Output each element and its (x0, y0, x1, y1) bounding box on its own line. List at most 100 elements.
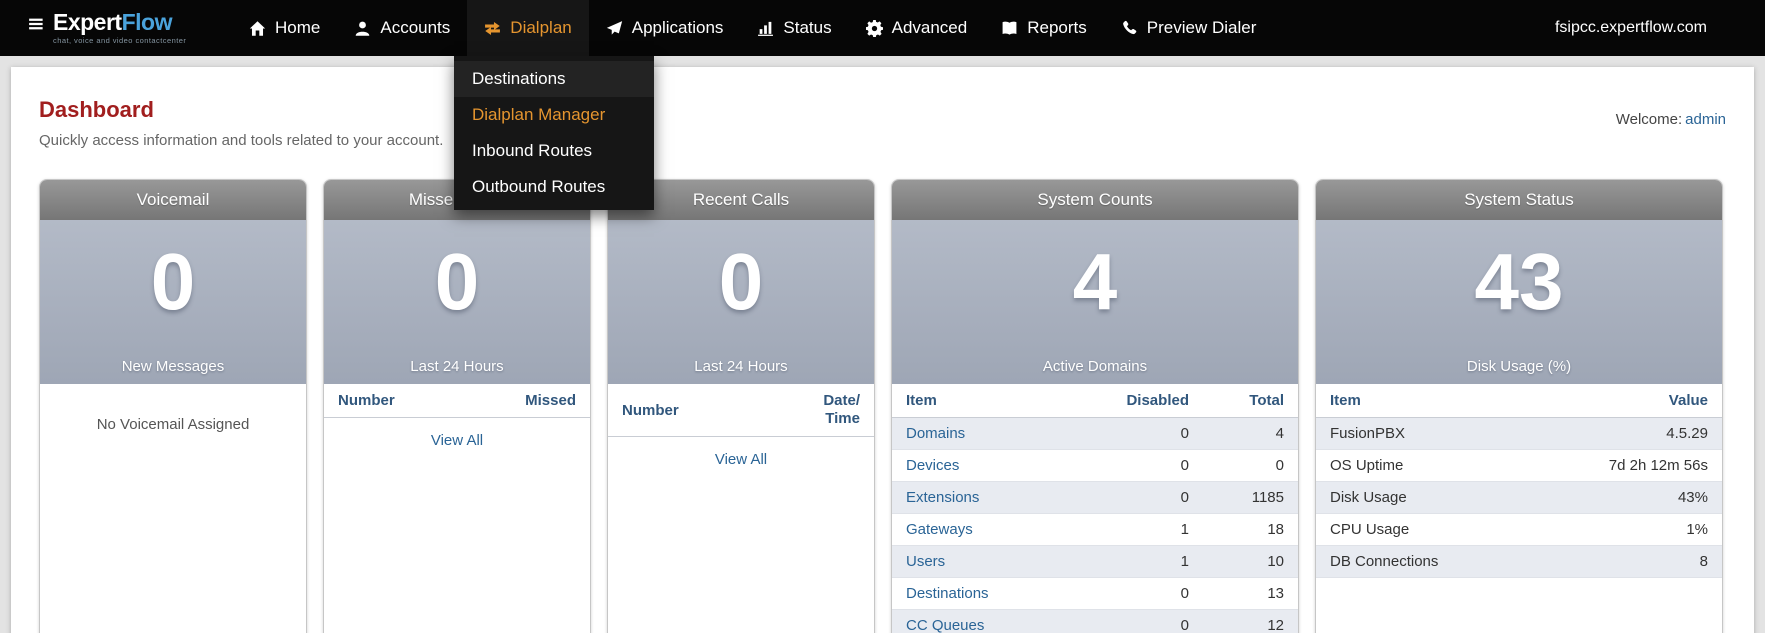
welcome-text: Welcome: admin (1616, 111, 1726, 128)
total-cell: 13 (1203, 577, 1298, 610)
voicemail-card-title: Voicemail (40, 180, 306, 220)
system-counts-card-title: System Counts (892, 180, 1298, 220)
total-cell: 10 (1203, 545, 1298, 578)
recent-calls-count-panel: 0 Last 24 Hours (608, 220, 874, 384)
total-cell: 1185 (1203, 481, 1298, 514)
recent-calls-caption: Last 24 Hours (694, 358, 788, 375)
brand-name: ExpertFlow (53, 9, 172, 35)
missed-calls-caption: Last 24 Hours (410, 358, 504, 375)
dropdown-item-inbound-routes[interactable]: Inbound Routes (454, 133, 654, 169)
system-counts-row-domains: Domains 0 4 (892, 417, 1298, 450)
menu-bars-icon (28, 11, 46, 38)
dashboard-cards: Voicemail 0 New Messages No Voicemail As… (39, 179, 1726, 633)
missed-calls-table: Number Missed (324, 384, 590, 418)
count-item-link[interactable]: Devices (906, 457, 959, 474)
system-counts-row-cc-queues: CC Queues 0 12 (892, 609, 1298, 633)
count-item-link[interactable]: Extensions (906, 489, 979, 506)
brand-tagline: chat, voice and video contactcenter (53, 36, 187, 45)
system-status-col-value: Value (1526, 384, 1722, 418)
disabled-cell: 1 (1083, 513, 1203, 546)
recent-calls-col-number: Number (608, 384, 759, 437)
recent-calls-table: Number Date/ Time (608, 384, 874, 437)
value-cell: 1% (1526, 513, 1722, 546)
system-status-count-panel: 43 Disk Usage (%) (1316, 220, 1722, 384)
voicemail-caption: New Messages (121, 358, 225, 375)
system-status-col-item: Item (1316, 384, 1527, 418)
voicemail-empty-text: No Voicemail Assigned (96, 416, 250, 433)
nav-item-home[interactable]: Home (232, 0, 337, 56)
page-title: Dashboard (39, 97, 154, 122)
dropdown-item-destinations[interactable]: Destinations (454, 61, 654, 97)
book-icon (1001, 20, 1018, 37)
nav-item-preview-dialer[interactable]: Preview Dialer (1104, 0, 1274, 56)
system-status-row-fusionpbx: FusionPBX 4.5.29 (1316, 417, 1722, 450)
nav-item-advanced[interactable]: Advanced (849, 0, 985, 56)
value-cell: 8 (1526, 545, 1722, 578)
nav-item-status[interactable]: Status (740, 0, 848, 56)
welcome-user-link[interactable]: admin (1685, 111, 1726, 128)
system-status-card-title: System Status (1316, 180, 1722, 220)
disabled-cell: 0 (1083, 449, 1203, 482)
shuffle-icon (484, 20, 501, 37)
system-counts-row-devices: Devices 0 0 (892, 449, 1298, 482)
item-cell: Users (892, 545, 1083, 578)
value-cell: 4.5.29 (1526, 417, 1722, 450)
dropdown-item-dialplan-manager[interactable]: Dialplan Manager (454, 97, 654, 133)
system-status-table-body: FusionPBX 4.5.29 OS Uptime 7d 2h 12m 56s Dis… (1316, 417, 1722, 578)
nav-item-applications[interactable]: Applications (589, 0, 741, 56)
missed-calls-count: 0 (434, 237, 480, 326)
count-item-link[interactable]: Destinations (906, 585, 989, 602)
dialplan-dropdown: Destinations Dialplan Manager Inbound Rout… (454, 56, 654, 210)
system-counts-row-gateways: Gateways 1 18 (892, 513, 1298, 546)
nav-item-dialplan[interactable]: Dialplan (467, 0, 589, 56)
server-domain: fsipcc.expertflow.com (1554, 19, 1707, 36)
disk-usage-count: 43 (1474, 237, 1564, 326)
system-counts-caption: Active Domains (1042, 358, 1148, 375)
system-status-row-disk-usage: Disk Usage 43% (1316, 481, 1722, 514)
welcome-label: Welcome: (1615, 111, 1683, 128)
user-icon (354, 20, 371, 37)
page-subtitle: Quickly access information and tools rel… (39, 132, 444, 149)
recent-calls-view-all-link[interactable]: View All (715, 451, 767, 468)
total-cell: 12 (1203, 609, 1298, 633)
total-cell: 0 (1203, 449, 1298, 482)
disabled-cell: 1 (1083, 545, 1203, 578)
nav-item-reports[interactable]: Reports (984, 0, 1104, 56)
item-cell: Devices (892, 449, 1083, 482)
count-item-link[interactable]: CC Queues (906, 617, 984, 633)
home-icon (249, 20, 266, 37)
system-counts-table-body: Domains 0 4 Devices 0 0 Extensions 0 1185 Gateway… (892, 417, 1298, 633)
missed-calls-view-all-link[interactable]: View All (431, 432, 483, 449)
count-item-link[interactable]: Users (906, 553, 945, 570)
active-domains-count: 4 (1072, 237, 1118, 326)
system-counts-card: System Counts 4 Active Domains Item Disa… (891, 179, 1299, 633)
missed-calls-col-missed: Missed (461, 384, 590, 418)
system-counts-row-users: Users 1 10 (892, 545, 1298, 578)
item-cell: DB Connections (1316, 545, 1527, 578)
brand-logo[interactable]: ExpertFlow chat, voice and video contact… (28, 11, 220, 45)
top-navbar: ExpertFlow chat, voice and video contact… (0, 0, 1765, 56)
page-header: Dashboard Quickly access information and… (39, 97, 1726, 149)
item-cell: FusionPBX (1316, 417, 1527, 450)
disabled-cell: 0 (1083, 417, 1203, 450)
voicemail-count-panel: 0 New Messages (40, 220, 306, 384)
disabled-cell: 0 (1083, 577, 1203, 610)
recent-calls-col-datetime: Date/ Time (758, 384, 874, 437)
system-counts-col-total: Total (1203, 384, 1298, 418)
count-item-link[interactable]: Gateways (906, 521, 973, 538)
nav-item-accounts[interactable]: Accounts (337, 0, 467, 56)
system-status-card: System Status 43 Disk Usage (%) Item Val… (1315, 179, 1723, 633)
count-item-link[interactable]: Domains (906, 425, 965, 442)
value-cell: 7d 2h 12m 56s (1526, 449, 1722, 482)
system-status-row-cpu-usage: CPU Usage 1% (1316, 513, 1722, 546)
system-counts-count-panel: 4 Active Domains (892, 220, 1298, 384)
missed-calls-card: Missed Calls 0 Last 24 Hours Number Miss… (323, 179, 591, 633)
dropdown-item-outbound-routes[interactable]: Outbound Routes (454, 169, 654, 205)
voicemail-count: 0 (150, 237, 196, 326)
system-status-row-db-connections: DB Connections 8 (1316, 545, 1722, 578)
item-cell: Extensions (892, 481, 1083, 514)
total-cell: 18 (1203, 513, 1298, 546)
system-counts-col-item: Item (892, 384, 1083, 418)
system-counts-row-extensions: Extensions 0 1185 (892, 481, 1298, 514)
system-counts-col-disabled: Disabled (1083, 384, 1203, 418)
